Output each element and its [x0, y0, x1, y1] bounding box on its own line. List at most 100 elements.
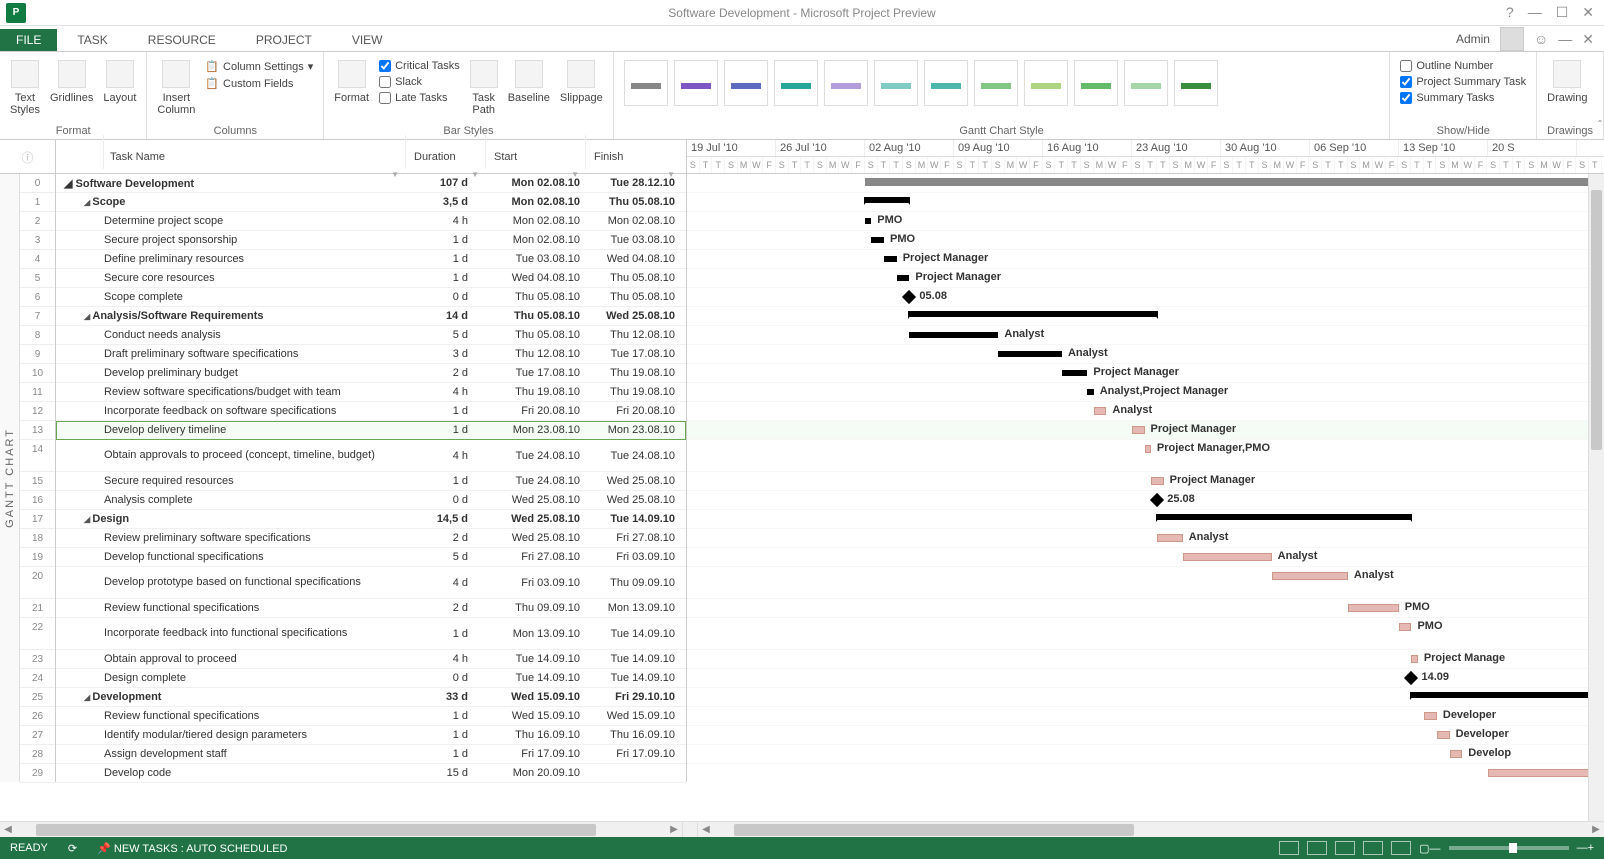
col-task-name[interactable]: Task Name ▼ — [104, 135, 406, 169]
gantt-row[interactable]: PMO — [687, 231, 1604, 250]
task-bar[interactable] — [1183, 553, 1272, 561]
gantt-row[interactable] — [687, 510, 1604, 529]
task-duration-cell[interactable]: 3 d — [406, 348, 486, 360]
task-duration-cell[interactable]: 1 d — [406, 628, 486, 640]
task-start-cell[interactable]: Wed 25.08.10 — [486, 532, 586, 544]
gantt-row[interactable]: 14.09 — [687, 669, 1604, 688]
task-duration-cell[interactable]: 1 d — [406, 253, 486, 265]
task-bar[interactable] — [865, 218, 871, 224]
format-button[interactable]: Format — [334, 56, 369, 104]
gantt-row[interactable]: 05.08 — [687, 288, 1604, 307]
task-finish-cell[interactable]: Tue 14.09.10 — [586, 513, 681, 525]
task-row[interactable]: Secure required resources1 dTue 24.08.10… — [56, 472, 686, 491]
task-name-cell[interactable]: Develop delivery timeline — [56, 424, 406, 436]
task-name-cell[interactable]: Determine project scope — [56, 215, 406, 227]
slack-check[interactable]: Slack — [379, 76, 460, 88]
row-number[interactable]: 4 — [20, 250, 55, 269]
task-name-cell[interactable]: Identify modular/tiered design parameter… — [56, 729, 406, 741]
task-row[interactable]: Development33 dWed 15.09.10Fri 29.10.10 — [56, 688, 686, 707]
task-start-cell[interactable]: Thu 05.08.10 — [486, 329, 586, 341]
row-number[interactable]: 8 — [20, 326, 55, 345]
row-number[interactable]: 6 — [20, 288, 55, 307]
task-duration-cell[interactable]: 14,5 d — [406, 513, 486, 525]
gantt-row[interactable]: Project Manager — [687, 250, 1604, 269]
task-start-cell[interactable]: Tue 24.08.10 — [486, 475, 586, 487]
task-name-cell[interactable]: Review software specifications/budget wi… — [56, 386, 406, 398]
task-duration-cell[interactable]: 14 d — [406, 310, 486, 322]
task-duration-cell[interactable]: 1 d — [406, 405, 486, 417]
task-row[interactable]: Review functional specifications2 dThu 0… — [56, 599, 686, 618]
tab-project[interactable]: PROJECT — [236, 29, 332, 51]
row-number[interactable]: 5 — [20, 269, 55, 288]
gantt-row[interactable]: Project Manager — [687, 364, 1604, 383]
task-start-cell[interactable]: Wed 25.08.10 — [486, 494, 586, 506]
task-name-cell[interactable]: Review functional specifications — [56, 710, 406, 722]
row-number[interactable]: 19 — [20, 548, 55, 567]
task-duration-cell[interactable]: 5 d — [406, 329, 486, 341]
gantt-row[interactable] — [687, 764, 1604, 782]
smiley-icon[interactable]: ☺ — [1534, 31, 1548, 47]
row-number[interactable]: 20 — [20, 567, 55, 599]
col-finish[interactable]: Finish ▼ — [586, 135, 681, 169]
row-number[interactable]: 29 — [20, 764, 55, 783]
minimize-icon[interactable]: — — [1528, 4, 1542, 21]
task-start-cell[interactable]: Wed 25.08.10 — [486, 513, 586, 525]
task-bar[interactable] — [884, 256, 897, 262]
task-row[interactable]: Develop code15 dMon 20.09.10 — [56, 764, 686, 783]
project-summary-check[interactable]: Project Summary Task — [1400, 76, 1526, 88]
task-row[interactable]: Develop prototype based on functional sp… — [56, 567, 686, 599]
task-start-cell[interactable]: Thu 05.08.10 — [486, 291, 586, 303]
task-bar[interactable] — [1424, 712, 1437, 720]
refresh-icon[interactable]: ⟳ — [68, 842, 77, 855]
view-gantt-icon[interactable] — [1279, 841, 1299, 855]
gantt-row[interactable]: PMO — [687, 212, 1604, 231]
text-styles-button[interactable]: Text Styles — [10, 56, 40, 116]
task-row[interactable]: Incorporate feedback on software specifi… — [56, 402, 686, 421]
drawing-button[interactable]: Drawing — [1547, 56, 1587, 104]
task-start-cell[interactable]: Mon 13.09.10 — [486, 628, 586, 640]
task-row[interactable]: Identify modular/tiered design parameter… — [56, 726, 686, 745]
task-finish-cell[interactable]: Tue 28.12.10 — [586, 177, 681, 189]
col-duration[interactable]: Duration ▼ — [406, 135, 486, 169]
gantt-row[interactable]: Analyst — [687, 548, 1604, 567]
task-bar[interactable] — [1087, 389, 1093, 395]
task-finish-cell[interactable]: Tue 14.09.10 — [586, 672, 681, 684]
task-finish-cell[interactable]: Wed 25.08.10 — [586, 310, 681, 322]
task-finish-cell[interactable]: Thu 09.09.10 — [586, 577, 681, 589]
task-bar[interactable] — [1094, 407, 1107, 415]
task-name-cell[interactable]: Incorporate feedback into functional spe… — [56, 627, 406, 640]
critical-tasks-check[interactable]: Critical Tasks — [379, 60, 460, 72]
task-duration-cell[interactable]: 107 d — [406, 177, 486, 189]
late-tasks-check[interactable]: Late Tasks — [379, 92, 460, 104]
task-name-cell[interactable]: Obtain approvals to proceed (concept, ti… — [56, 449, 406, 462]
task-name-cell[interactable]: Development — [56, 691, 406, 703]
row-number[interactable]: 11 — [20, 383, 55, 402]
row-number[interactable]: 12 — [20, 402, 55, 421]
task-row[interactable]: Develop preliminary budget2 dTue 17.08.1… — [56, 364, 686, 383]
task-start-cell[interactable]: Wed 15.09.10 — [486, 691, 586, 703]
task-bar[interactable] — [1348, 604, 1399, 612]
gantt-row[interactable]: Developer — [687, 707, 1604, 726]
task-start-cell[interactable]: Wed 04.08.10 — [486, 272, 586, 284]
task-duration-cell[interactable]: 1 d — [406, 272, 486, 284]
task-finish-cell[interactable]: Thu 05.08.10 — [586, 196, 681, 208]
task-finish-cell[interactable]: Thu 12.08.10 — [586, 329, 681, 341]
task-start-cell[interactable]: Mon 02.08.10 — [486, 196, 586, 208]
gantt-row[interactable] — [687, 193, 1604, 212]
task-name-cell[interactable]: Define preliminary resources — [56, 253, 406, 265]
gantt-row[interactable] — [687, 307, 1604, 326]
task-duration-cell[interactable]: 4 h — [406, 386, 486, 398]
task-bar[interactable] — [1132, 426, 1145, 434]
task-duration-cell[interactable]: 0 d — [406, 291, 486, 303]
gantt-chart[interactable]: PMOPMOProject ManagerProject Manager05.0… — [687, 174, 1604, 782]
view-team-icon[interactable] — [1335, 841, 1355, 855]
summary-tasks-check[interactable]: Summary Tasks — [1400, 92, 1526, 104]
task-start-cell[interactable]: Tue 14.09.10 — [486, 653, 586, 665]
task-duration-cell[interactable]: 0 d — [406, 494, 486, 506]
task-duration-cell[interactable]: 1 d — [406, 424, 486, 436]
task-start-cell[interactable]: Fri 17.09.10 — [486, 748, 586, 760]
task-name-cell[interactable]: Secure required resources — [56, 475, 406, 487]
task-start-cell[interactable]: Fri 27.08.10 — [486, 551, 586, 563]
task-row[interactable]: Incorporate feedback into functional spe… — [56, 618, 686, 650]
task-row[interactable]: Secure project sponsorship1 dMon 02.08.1… — [56, 231, 686, 250]
